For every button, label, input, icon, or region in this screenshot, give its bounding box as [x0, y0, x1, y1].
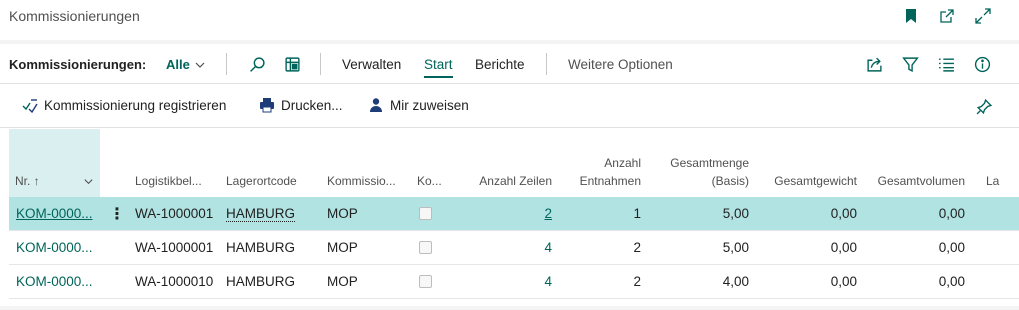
chevron-down-icon[interactable] [83, 176, 94, 187]
row-gesamtvolumen: 0,00 [938, 274, 965, 289]
row-gesamtmenge: 4,00 [722, 274, 749, 289]
view-selector-label: Alle [166, 57, 190, 72]
row-anzahl-entnahmen: 2 [633, 274, 641, 289]
row-logistik: WA-1000001 [135, 206, 214, 221]
personalize-pin-icon[interactable] [971, 94, 997, 118]
print-button[interactable]: Drucken... [259, 97, 343, 113]
edit-list-icon[interactable] [279, 52, 305, 76]
column-header-nr[interactable]: Nr. ↑ [9, 129, 100, 197]
open-new-window-icon[interactable] [938, 7, 956, 25]
filter-icon[interactable] [897, 52, 923, 76]
row-gesamtmenge: 5,00 [722, 206, 749, 221]
column-header-gesamtmenge-line1: Gesamtmenge [670, 156, 749, 170]
assign-to-me-button[interactable]: Mir zuweisen [368, 97, 469, 113]
row-lagerort: HAMBURG [226, 240, 296, 255]
list-icon[interactable] [933, 52, 959, 76]
column-header-gesamtvolumen[interactable]: Gesamtvolumen [867, 129, 965, 197]
row-gesamtgewicht: 0,00 [830, 274, 857, 289]
table-row[interactable]: KOM-0000... WA-1000001 HAMBURG MOP 4 2 5… [9, 231, 1019, 265]
column-header-gesamtgewicht[interactable]: Gesamtgewicht [759, 129, 857, 197]
column-header-nr-label: Nr. ↑ [15, 174, 40, 188]
row-anzahl-entnahmen: 2 [633, 240, 641, 255]
menu-berichte[interactable]: Berichte [475, 57, 525, 72]
assign-to-me-label: Mir zuweisen [390, 97, 469, 113]
column-header-gesamtvolumen-label: Gesamtvolumen [877, 174, 965, 188]
row-anzahl-zeilen[interactable]: 4 [544, 274, 552, 289]
row-checkbox [419, 241, 432, 254]
table-row[interactable]: KOM-0000... WA-1000010 HAMBURG MOP 4 2 4… [9, 265, 1019, 299]
action-bar: Kommissionierungen: Alle Verwalten Start… [0, 44, 1019, 84]
person-icon [370, 98, 382, 112]
row-gesamtgewicht: 0,00 [830, 240, 857, 255]
page-title: Kommissionierungen [9, 8, 140, 24]
row-nr-link[interactable]: KOM-0000... [16, 240, 93, 255]
column-header-logistik[interactable]: Logistikbel... [135, 129, 215, 197]
row-gesamtvolumen: 0,00 [938, 206, 965, 221]
expand-icon[interactable] [974, 7, 992, 25]
column-header-anzahl-entnahmen-line1: Anzahl [604, 156, 641, 170]
column-header-gesamtmenge[interactable]: Gesamtmenge (Basis) [651, 129, 749, 197]
register-pick-label: Kommissionierung registrieren [44, 97, 227, 113]
column-header-la-label: La [986, 174, 1000, 188]
row-menu-icon[interactable]: ⋮ [109, 204, 125, 224]
column-header-lagerort-label: Lagerortcode [226, 174, 297, 188]
row-logistik: WA-1000010 [135, 274, 214, 289]
table-row[interactable]: KOM-0000... ⋮ WA-1000001 HAMBURG MOP 2 1… [9, 197, 1019, 231]
column-header-la[interactable]: La [986, 129, 1016, 197]
share-icon[interactable] [861, 52, 887, 76]
print-icon [260, 98, 274, 113]
row-lagerort: HAMBURG [226, 274, 296, 289]
register-icon [22, 99, 38, 113]
menu-start[interactable]: Start [424, 57, 453, 78]
row-kommission: MOP [327, 206, 358, 221]
column-header-kommission[interactable]: Kommissio... [327, 129, 407, 197]
row-anzahl-zeilen[interactable]: 2 [544, 206, 552, 221]
action-bar-caption: Kommissionierungen: [9, 57, 147, 72]
register-pick-button[interactable]: Kommissionierung registrieren [22, 97, 226, 113]
row-anzahl-zeilen[interactable]: 4 [544, 240, 552, 255]
column-header-lagerort[interactable]: Lagerortcode [226, 129, 316, 197]
column-header-kommission-label: Kommissio... [327, 174, 396, 188]
row-nr-link[interactable]: KOM-0000... [16, 274, 93, 289]
chevron-down-icon [195, 62, 205, 68]
row-checkbox [419, 275, 432, 288]
column-header-anzahl-zeilen[interactable]: Anzahl Zeilen [459, 129, 552, 197]
more-options-menu[interactable]: Weitere Optionen [568, 57, 673, 72]
row-kommission: MOP [327, 274, 358, 289]
page-header: Kommissionierungen [0, 0, 1019, 40]
column-header-gesamtmenge-line2: (Basis) [711, 174, 749, 188]
menu-verwalten[interactable]: Verwalten [342, 57, 401, 72]
row-lagerort[interactable]: HAMBURG [226, 206, 296, 222]
row-checkbox [419, 207, 432, 220]
column-header-ko-label: Ko... [417, 174, 442, 188]
column-header-logistik-label: Logistikbel... [135, 174, 202, 188]
view-selector[interactable]: Alle [166, 57, 206, 72]
row-gesamtmenge: 5,00 [722, 240, 749, 255]
search-icon[interactable] [244, 52, 270, 76]
list-card: Kommissionierungen: Alle Verwalten Start… [0, 44, 1019, 306]
separator [320, 53, 321, 75]
column-header-ko[interactable]: Ko... [417, 129, 447, 197]
bookmark-icon[interactable] [902, 7, 920, 25]
row-nr-link[interactable]: KOM-0000... [16, 206, 93, 221]
row-kommission: MOP [327, 240, 358, 255]
column-header-anzahl-entnahmen-line2: Entnahmen [579, 174, 641, 188]
row-gesamtvolumen: 0,00 [938, 240, 965, 255]
print-label: Drucken... [281, 97, 343, 113]
column-header-anzahl-zeilen-label: Anzahl Zeilen [479, 174, 552, 188]
info-icon[interactable] [969, 52, 995, 76]
column-header-gesamtgewicht-label: Gesamtgewicht [774, 174, 857, 188]
row-logistik: WA-1000001 [135, 240, 214, 255]
column-header-anzahl-entnahmen[interactable]: Anzahl Entnahmen [561, 129, 641, 197]
separator [226, 53, 227, 75]
row-gesamtgewicht: 0,00 [830, 206, 857, 221]
row-anzahl-entnahmen: 1 [633, 206, 641, 221]
promoted-actions: Kommissionierung registrieren Drucken...… [0, 84, 1019, 128]
separator [546, 53, 547, 75]
